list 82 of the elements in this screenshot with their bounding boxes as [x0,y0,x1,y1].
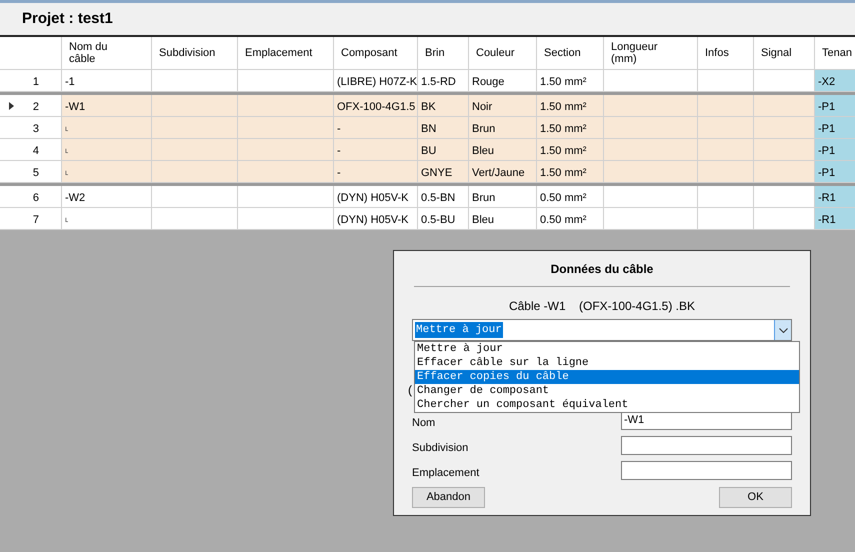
table-cell-text: ʟ [65,167,68,179]
column-header[interactable]: Emplacement [241,47,312,59]
table-cell-text: 1.50 mm² [540,100,586,115]
table-cell-text: ʟ [65,214,68,226]
row-number: 4 [32,144,39,159]
table-cell-text: 0.50 mm² [540,190,586,206]
column-header[interactable]: Brin [421,47,445,59]
cable-info: Câble -W1 (OFX-100-4G1.5) .BK [508,298,696,315]
table-cell-text: - [337,122,341,137]
table-cell-text: OFX-100-4G1.5 [337,100,416,115]
table-cell-text: BU [421,144,436,159]
row-number: 2 [32,100,39,115]
dialog-button[interactable]: Abandon [412,487,485,508]
column-header[interactable]: Nom du câble [65,41,127,65]
table-cell-text: 1.50 mm² [540,74,586,90]
column-header[interactable]: Composant [337,47,398,59]
table-cell-text: BN [421,122,436,137]
row-number: 7 [32,212,39,228]
table-cell-text: -X2 [818,74,836,90]
field-label: Subdivision [412,440,468,456]
table-cell-text: Vert/Jaune [472,166,525,181]
table-cell-text: -R1 [818,212,836,228]
table-cell-text: 1.50 mm² [540,144,586,159]
table-cell-text: Rouge [472,74,504,90]
column-header[interactable]: Signal [757,47,792,59]
table-cell-text: -P1 [818,100,836,115]
table-cell-text: (DYN) H05V-K [337,212,409,228]
table-row[interactable]: 3 ʟ - BN Brun 1.50 mm² -P1 [0,117,855,139]
table-cell-text: (DYN) H05V-K [337,190,409,206]
table-cell-text: -P1 [818,144,836,159]
table-cell-text: -W2 [65,190,86,206]
column-header[interactable]: Infos [701,47,729,59]
table-cell-text: Brun [472,190,496,206]
project-title: Projet : test1 [22,8,113,29]
table-cell-text: BK [421,100,436,115]
column-header[interactable]: Tenan [818,47,852,59]
table-row[interactable]: 5 ʟ - GNYE Vert/Jaune 1.50 mm² -P1 [0,161,855,183]
column-header[interactable]: Section [540,47,581,59]
table-cell-text: - [337,166,341,181]
table-cell-text: Bleu [472,144,494,159]
table-cell-text: -R1 [818,190,836,206]
column-header[interactable]: Couleur [472,47,515,59]
table-cell-text: (LIBRE) H07Z-K [337,74,418,90]
table-cell-text: 0.5-BN [421,190,456,206]
dialog-button[interactable]: OK [719,487,792,508]
table-cell-text: -P1 [818,122,836,137]
table-cell-text: 0.50 mm² [540,212,586,228]
table-cell-text: ʟ [65,145,68,157]
table-row[interactable]: 4 ʟ - BU Bleu 1.50 mm² -P1 [0,139,855,161]
dialog-title: Données du câble [550,261,654,278]
combo-value: Mettre à jour [415,322,503,338]
table-cell-text: 1.50 mm² [540,166,586,181]
dropdown-option[interactable]: Effacer câble sur la ligne [415,356,799,370]
table-cell-text: -W1 [65,100,86,115]
table-row[interactable]: 1 -1 (LIBRE) H07Z-K 1.5-RD Rouge 1.50 mm² -X2 [0,70,855,92]
table-cell-text: Brun [472,122,496,137]
dropdown-option[interactable]: Effacer copies du câble [415,370,799,384]
dropdown-option[interactable]: Chercher un composant équivalent [415,398,799,412]
table-cell-text: 1.5-RD [421,74,456,90]
column-header[interactable]: Longueur (mm) [607,41,669,65]
table-cell-text: 0.5-BU [421,212,456,228]
table-cell-text: GNYE [421,166,452,181]
table-cell-text: -1 [65,74,75,90]
dropdown-option[interactable]: Mettre à jour [415,342,799,356]
table-cell-text: - [337,144,341,159]
table-row[interactable]: 6 -W2 (DYN) H05V-K 0.5-BN Brun 0.50 mm² -R1 [0,186,855,208]
field-label: Nom [412,416,436,431]
row-number: 5 [32,166,39,181]
table-cell-text: 1.50 mm² [540,122,586,137]
row-number: 1 [32,74,39,90]
table-cell-text: ʟ [65,123,68,135]
field-label: Emplacement [412,466,480,481]
column-header[interactable]: Subdivision [155,47,216,59]
row-number: 3 [32,122,39,137]
field-label: ( [408,383,412,397]
dropdown-option[interactable]: Changer de composant [415,384,799,398]
table-cell-text: Noir [472,100,492,115]
table-row[interactable]: 2 -W1 OFX-100-4G1.5 BK Noir 1.50 mm² -P1 [0,95,855,117]
row-number: 6 [32,190,39,206]
table-cell-text: Bleu [472,212,494,228]
table-row[interactable]: 7 ʟ (DYN) H05V-K 0.5-BU Bleu 0.50 mm² -R1 [0,208,855,230]
table-cell-text: -P1 [818,166,836,181]
